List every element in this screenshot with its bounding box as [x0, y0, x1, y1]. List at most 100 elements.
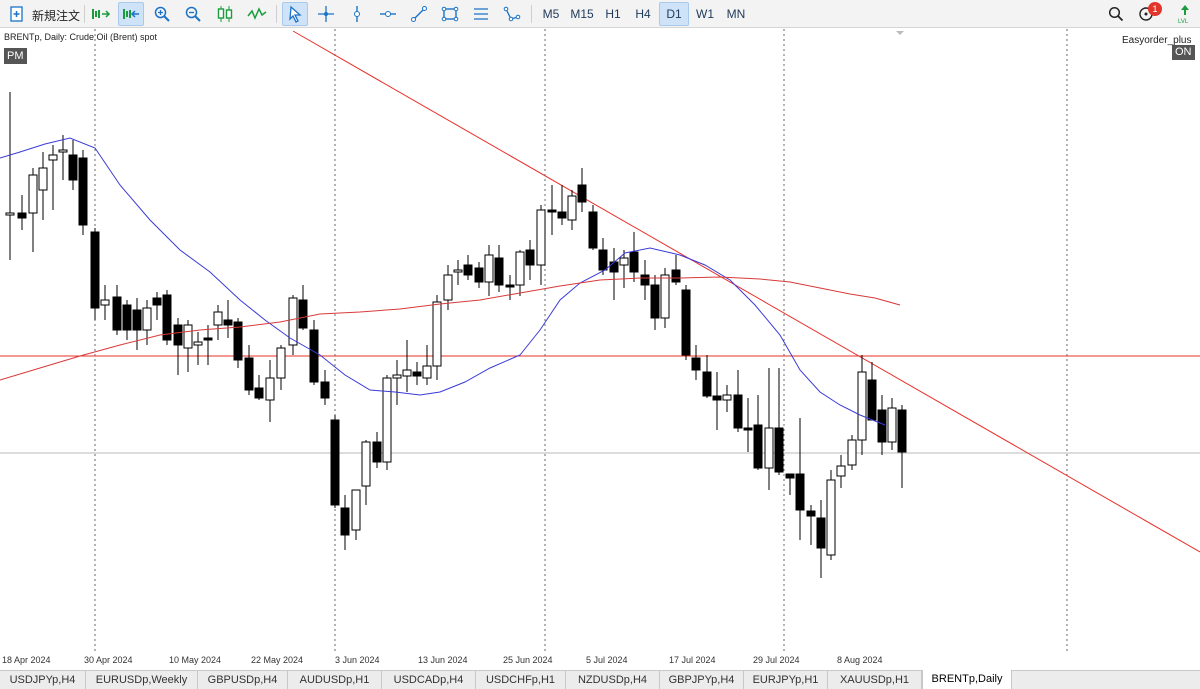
candle-body — [836, 465, 846, 477]
tab-eurusd[interactable]: EURUSDp,Weekly — [86, 671, 198, 689]
tab-gbpjpy[interactable]: GBPJPYp,H4 — [660, 671, 744, 689]
tab-brent-active[interactable]: BRENTp,Daily — [922, 670, 1012, 689]
timeframe-mn[interactable]: MN — [722, 2, 750, 26]
chart-shift-icon[interactable] — [88, 2, 114, 26]
tab-usdjpy[interactable]: USDJPYp,H4 — [0, 671, 86, 689]
chart-canvas[interactable] — [0, 29, 1200, 669]
tab-usdchf[interactable]: USDCHFp,H1 — [476, 671, 566, 689]
tab-usdcad[interactable]: USDCADp,H4 — [382, 671, 476, 689]
candle-body — [743, 427, 753, 431]
candle-body — [650, 284, 660, 319]
new-order-icon[interactable] — [4, 2, 30, 26]
line-chart-icon[interactable] — [244, 2, 270, 26]
expert-advisor-status[interactable]: ON — [1172, 45, 1195, 60]
candle-body — [691, 357, 701, 371]
candle-body — [162, 294, 172, 341]
candle-body — [494, 257, 504, 286]
fibonacci-icon[interactable] — [468, 2, 494, 26]
trendline-icon[interactable] — [406, 2, 432, 26]
timeframe-w1[interactable]: W1 — [692, 2, 718, 26]
x-axis-label: 17 Jul 2024 — [669, 655, 716, 665]
candle-body — [213, 311, 223, 326]
candle-body — [598, 249, 608, 271]
vertical-line-icon[interactable] — [344, 2, 370, 26]
candle-body — [422, 365, 432, 379]
candle-body — [877, 409, 887, 443]
candle-body — [432, 301, 442, 367]
tab-nzdusd[interactable]: NZDUSDp,H4 — [566, 671, 660, 689]
x-axis-label: 5 Jul 2024 — [586, 655, 628, 665]
x-axis-label: 13 Jun 2024 — [418, 655, 468, 665]
timeframe-h1[interactable]: H1 — [600, 2, 626, 26]
scroll-marker — [896, 31, 904, 35]
candle-body — [774, 427, 784, 473]
tab-eurjpy[interactable]: EURJPYp,H1 — [744, 671, 828, 689]
candle-body — [887, 407, 897, 443]
candle-body — [681, 289, 691, 356]
search-icon[interactable] — [1104, 2, 1128, 26]
timeframe-m15[interactable]: M15 — [567, 2, 597, 26]
toolbar: 新規注文 M5 M15 H1 H4 D1 W1 MN 1 LVL — [0, 0, 1200, 28]
candle-body — [764, 427, 774, 469]
crosshair-icon[interactable] — [313, 2, 339, 26]
candle-body — [712, 395, 722, 401]
tab-gbpusd[interactable]: GBPUSDp,H4 — [198, 671, 288, 689]
cursor-icon[interactable] — [282, 2, 308, 26]
shapes-icon[interactable] — [499, 2, 525, 26]
price-chart[interactable] — [0, 29, 1200, 669]
symbol-title: BRENTp, Daily: Crude Oil (Brent) spot — [4, 32, 158, 42]
candle-body — [806, 510, 816, 517]
candle-body — [100, 299, 110, 306]
svg-text:LVL: LVL — [1178, 19, 1189, 24]
symbol-tabs: USDJPYp,H4 EURUSDp,Weekly GBPUSDp,H4 AUD… — [0, 670, 1200, 689]
notification-badge: 1 — [1148, 2, 1162, 16]
candle-body — [474, 267, 484, 283]
x-axis-label: 30 Apr 2024 — [84, 655, 133, 665]
trading-terminal: 新規注文 M5 M15 H1 H4 D1 W1 MN 1 LVL BRENTp,… — [0, 0, 1200, 689]
candle-body — [505, 284, 515, 288]
candle-body — [183, 324, 193, 349]
candle-body — [847, 439, 857, 466]
candle-body — [392, 374, 402, 379]
zoom-out-icon[interactable] — [181, 2, 205, 26]
candle-body — [588, 211, 598, 249]
timeframe-h4[interactable]: H4 — [630, 2, 656, 26]
candle-body — [193, 341, 203, 346]
candle-body — [122, 304, 132, 331]
candle-body — [412, 371, 422, 377]
toolbar-separator — [531, 5, 532, 23]
candle-body — [816, 517, 826, 549]
candle-body — [244, 357, 254, 391]
candle-body — [254, 387, 264, 399]
auto-scroll-icon[interactable] — [118, 2, 144, 26]
new-order-button[interactable]: 新規注文 — [32, 7, 80, 24]
toolbar-separator — [276, 5, 277, 23]
tab-audusd[interactable]: AUDUSDp,H1 — [288, 671, 382, 689]
signal-level-icon[interactable]: LVL — [1174, 2, 1196, 26]
candle-body — [515, 251, 525, 286]
candle-body — [795, 473, 805, 511]
candle-body — [484, 254, 494, 283]
candle-body — [309, 329, 319, 383]
candle-body — [112, 296, 122, 331]
candle-body — [897, 409, 907, 453]
candle-body — [733, 394, 743, 429]
x-axis-label: 8 Aug 2024 — [837, 655, 883, 665]
candle-body — [557, 211, 567, 219]
timeframe-m5[interactable]: M5 — [537, 2, 565, 26]
trendline — [292, 30, 1200, 553]
candlestick-chart-icon[interactable] — [212, 2, 238, 26]
candle-body — [702, 371, 712, 397]
candle-body — [320, 381, 330, 399]
candle-body — [132, 309, 142, 331]
tab-xauusd[interactable]: XAUUSDp,H1 — [828, 671, 922, 689]
candle-body — [173, 324, 183, 346]
candle-body — [867, 379, 877, 421]
horizontal-line-icon[interactable] — [375, 2, 401, 26]
timeframe-d1[interactable]: D1 — [659, 2, 689, 26]
rectangle-icon[interactable] — [437, 2, 463, 26]
candle-body — [785, 473, 795, 479]
x-axis-label: 25 Jun 2024 — [503, 655, 553, 665]
candle-body — [330, 419, 340, 506]
zoom-in-icon[interactable] — [150, 2, 174, 26]
